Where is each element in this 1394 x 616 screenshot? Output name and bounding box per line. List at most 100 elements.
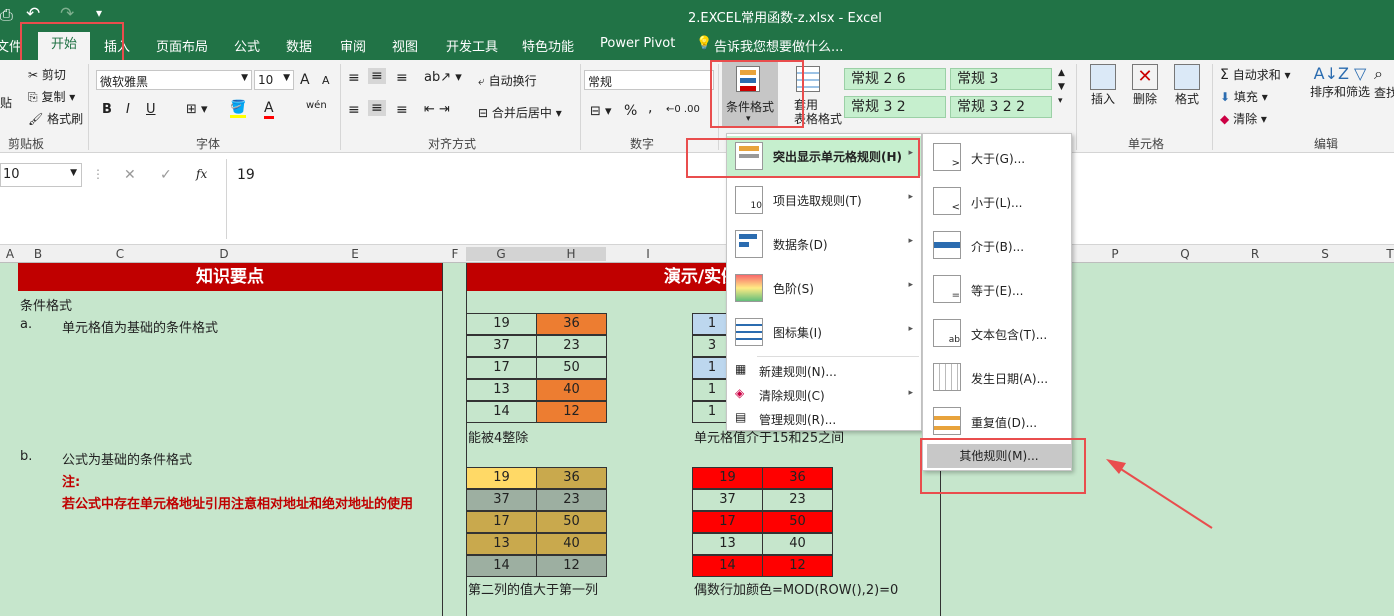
menu-item-date-occurring[interactable]: 发生日期(A)... (923, 356, 1071, 398)
menu-item-top-bottom-rules[interactable]: 10 项目选取规则(T) ▸ (727, 180, 921, 220)
menu-item-text-contains[interactable]: ab 文本包含(T)... (923, 312, 1071, 354)
merge-center-button[interactable]: ⊟ 合并后居中 ▾ (478, 104, 562, 121)
number-format-dropdown[interactable]: 常规 (584, 70, 714, 90)
tab-formulas[interactable]: 公式 (234, 36, 260, 55)
tab-data[interactable]: 数据 (286, 36, 312, 55)
grow-font-button[interactable]: A (300, 72, 310, 88)
name-box[interactable]: 10 ▼ (0, 163, 82, 187)
percent-button[interactable]: % (624, 103, 637, 119)
table3-cell[interactable]: 40 (536, 533, 607, 555)
col-header[interactable]: H (536, 247, 606, 261)
cell-style-1[interactable]: 常规 2 6 (844, 68, 946, 90)
table4-cell[interactable]: 36 (762, 467, 833, 489)
col-header[interactable]: F (444, 247, 466, 261)
format-painter-button[interactable]: 🖌 格式刷 (28, 110, 83, 127)
cancel-icon[interactable]: ✕ (124, 167, 136, 183)
cell-style-4[interactable]: 常规 3 2 2 (950, 96, 1052, 118)
table1-cell[interactable]: 23 (536, 335, 607, 357)
styles-scroll-icon[interactable]: ▲ ▼ ▾ (1058, 66, 1065, 108)
align-right-icon[interactable]: ≡ (396, 102, 408, 118)
autosum-button[interactable]: Σ 自动求和 ▾ (1220, 66, 1291, 83)
table4-cell[interactable]: 37 (692, 489, 763, 511)
delete-cells-button[interactable]: ✕ 删除 (1128, 64, 1162, 107)
table3-cell[interactable]: 36 (536, 467, 607, 489)
col-header[interactable]: S (1290, 247, 1360, 261)
cell-style-3[interactable]: 常规 3 2 (844, 96, 946, 118)
menu-item-manage-rules[interactable]: ▤ 管理规则(R)... (727, 408, 921, 430)
col-header[interactable]: G (466, 247, 536, 261)
table4-cell[interactable]: 12 (762, 555, 833, 577)
cell-style-2[interactable]: 常规 3 (950, 68, 1052, 90)
currency-icon[interactable]: ⊟ ▾ (590, 104, 612, 119)
col-header[interactable]: I (608, 247, 688, 261)
sort-filter-button[interactable]: A↓Z ▽ 排序和筛选 (1308, 64, 1372, 100)
undo-icon[interactable]: ↶ (26, 4, 40, 24)
table3-cell[interactable]: 37 (466, 489, 537, 511)
increase-decimal-icon[interactable]: ←0 .00 (666, 104, 700, 115)
table4-cell[interactable]: 50 (762, 511, 833, 533)
table4-cell[interactable]: 19 (692, 467, 763, 489)
table3-cell[interactable]: 17 (466, 511, 537, 533)
menu-item-duplicate-values[interactable]: 重复值(D)... (923, 400, 1071, 442)
bold-button[interactable]: B (102, 102, 112, 117)
menu-item-greater-than[interactable]: > 大于(G)... (923, 136, 1071, 178)
underline-button[interactable]: U (146, 102, 156, 117)
shrink-font-button[interactable]: A (322, 74, 330, 87)
table1-cell[interactable]: 40 (536, 379, 607, 401)
col-header[interactable]: A (4, 247, 16, 261)
borders-icon[interactable]: ⊞ ▾ (186, 102, 208, 117)
col-header[interactable]: P (1080, 247, 1150, 261)
tab-page-layout[interactable]: 页面布局 (156, 36, 208, 55)
align-bottom-icon[interactable]: ≡ (396, 70, 408, 86)
col-header[interactable]: R (1220, 247, 1290, 261)
enter-icon[interactable]: ✓ (160, 167, 172, 183)
fill-color-icon[interactable]: 🪣 (230, 100, 247, 118)
wrap-text-button[interactable]: ⤶ 自动换行 (478, 72, 537, 89)
menu-item-between[interactable]: 介于(B)... (923, 224, 1071, 266)
table3-cell[interactable]: 14 (466, 555, 537, 577)
table3-cell[interactable]: 23 (536, 489, 607, 511)
format-cells-button[interactable]: 格式 (1170, 64, 1204, 107)
table4-cell[interactable]: 40 (762, 533, 833, 555)
paste-button[interactable]: 贴 (0, 94, 12, 111)
col-header[interactable]: D (182, 247, 266, 261)
table1-cell[interactable]: 13 (466, 379, 537, 401)
font-size-dropdown[interactable]: 10 ▼ (254, 70, 294, 90)
phonetic-button[interactable]: wén (306, 100, 327, 111)
worksheet[interactable]: 知识要点 演示/实例 条件格式 a. 单元格值为基础的条件格式 b. 公式为基础… (0, 263, 1394, 616)
menu-item-less-than[interactable]: < 小于(L)... (923, 180, 1071, 222)
table3-cell[interactable]: 19 (466, 467, 537, 489)
align-left-icon[interactable]: ≡ (348, 102, 360, 118)
col-header[interactable]: Q (1150, 247, 1220, 261)
save-icon[interactable]: ⎙ (0, 5, 13, 25)
table1-cell[interactable]: 37 (466, 335, 537, 357)
insert-cells-button[interactable]: 插入 (1086, 64, 1120, 107)
qat-more-icon[interactable]: ▾ (96, 6, 102, 20)
table4-cell[interactable]: 23 (762, 489, 833, 511)
font-color-button[interactable]: A (264, 100, 274, 119)
tab-special[interactable]: 特色功能 (522, 36, 574, 55)
menu-item-icon-sets[interactable]: 图标集(I) ▸ (727, 312, 921, 352)
align-top-icon[interactable]: ≡ (348, 70, 360, 86)
align-middle-icon[interactable]: ≡ (368, 68, 386, 84)
redo-icon[interactable]: ↷ (60, 4, 74, 24)
table3-cell[interactable]: 50 (536, 511, 607, 533)
table1-cell[interactable]: 19 (466, 313, 537, 335)
orientation-icon[interactable]: ab↗ ▾ (424, 70, 462, 85)
tab-view[interactable]: 视图 (392, 36, 418, 55)
copy-button[interactable]: ⎘ 复制 ▾ (28, 88, 75, 105)
clear-button[interactable]: ◆ 清除 ▾ (1220, 110, 1267, 127)
table4-cell[interactable]: 17 (692, 511, 763, 533)
table3-cell[interactable]: 13 (466, 533, 537, 555)
italic-button[interactable]: I (126, 102, 130, 117)
col-header[interactable]: B (18, 247, 58, 261)
tab-power-pivot[interactable]: Power Pivot (600, 36, 675, 51)
col-header[interactable]: C (60, 247, 180, 261)
table1-cell[interactable]: 36 (536, 313, 607, 335)
col-header[interactable]: E (268, 247, 442, 261)
col-header[interactable]: T (1370, 247, 1394, 261)
table1-cell[interactable]: 14 (466, 401, 537, 423)
tab-review[interactable]: 审阅 (340, 36, 366, 55)
menu-item-clear-rules[interactable]: ◈ 清除规则(C) ▸ (727, 384, 921, 406)
font-name-dropdown[interactable]: 微软雅黑 ▼ (96, 70, 252, 90)
